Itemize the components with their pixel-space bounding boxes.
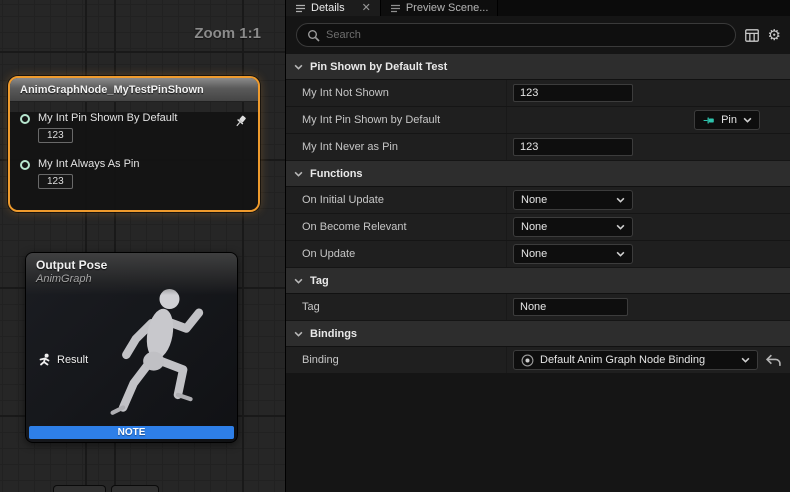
- pin-row: My Int Always As Pin 123: [10, 158, 258, 189]
- note-bar[interactable]: NOTE: [29, 426, 234, 439]
- property-row: On Become Relevant None: [286, 214, 790, 241]
- preview-scene-tab-icon: [390, 3, 401, 14]
- property-label: On Initial Update: [286, 187, 506, 213]
- details-toolbar: ⚙: [286, 16, 790, 54]
- section-header-tag[interactable]: Tag: [286, 268, 790, 294]
- property-row: Binding Default Anim Graph Node Binding: [286, 347, 790, 374]
- my-int-never-as-pin-input[interactable]: [513, 138, 633, 156]
- pin-row: My Int Pin Shown By Default 123: [10, 112, 258, 143]
- property-row: My Int Not Shown: [286, 80, 790, 107]
- result-pin-row[interactable]: Result: [38, 353, 88, 366]
- pin-visibility-dropdown[interactable]: Pin: [694, 110, 760, 130]
- chevron-down-icon: [294, 171, 303, 177]
- int-pin-icon[interactable]: [20, 114, 30, 124]
- property-label: My Int Never as Pin: [286, 134, 506, 160]
- pin-value-field[interactable]: 123: [38, 174, 73, 189]
- chevron-down-icon: [616, 224, 625, 230]
- node-title: Output Pose: [36, 258, 237, 272]
- anim-graph-canvas[interactable]: Zoom 1:1 AnimGraphNode_MyTestPinShown My…: [0, 0, 285, 492]
- node-header[interactable]: Output Pose AnimGraph: [26, 253, 237, 295]
- property-label: Tag: [286, 294, 506, 320]
- section-header-functions[interactable]: Functions: [286, 161, 790, 187]
- search-input[interactable]: [326, 29, 725, 41]
- binding-class-icon: [521, 354, 534, 367]
- pushpin-icon[interactable]: [233, 114, 248, 134]
- property-row: Tag: [286, 294, 790, 321]
- section-header-bindings[interactable]: Bindings: [286, 321, 790, 347]
- property-label: My Int Not Shown: [286, 80, 506, 106]
- tabbar-spacer: [498, 0, 790, 16]
- details-panel: Details ✕ Preview Scene...: [285, 0, 790, 492]
- close-icon[interactable]: ✕: [362, 3, 371, 14]
- node-header[interactable]: AnimGraphNode_MyTestPinShown: [10, 78, 258, 102]
- property-row: My Int Never as Pin: [286, 134, 790, 161]
- int-pin-icon[interactable]: [20, 160, 30, 170]
- display-settings-icon[interactable]: [745, 29, 759, 42]
- graph-node-mytestpinshown[interactable]: AnimGraphNode_MyTestPinShown My Int Pin …: [8, 76, 260, 212]
- chevron-down-icon: [294, 278, 303, 284]
- node-subtitle: AnimGraph: [36, 273, 237, 285]
- property-label: Binding: [286, 347, 506, 373]
- on-become-relevant-dropdown[interactable]: None: [513, 217, 633, 237]
- property-sections: Pin Shown by Default Test My Int Not Sho…: [286, 54, 790, 374]
- property-row: On Update None: [286, 241, 790, 268]
- search-icon: [307, 29, 320, 42]
- node-body: My Int Pin Shown By Default 123: [10, 112, 258, 212]
- my-int-not-shown-input[interactable]: [513, 84, 633, 102]
- section-header-pin-shown[interactable]: Pin Shown by Default Test: [286, 54, 790, 80]
- result-pin-label: Result: [57, 354, 88, 366]
- tab-details[interactable]: Details ✕: [286, 0, 381, 16]
- chevron-down-icon: [743, 117, 752, 123]
- tab-bar: Details ✕ Preview Scene...: [286, 0, 790, 16]
- graph-node-output-pose[interactable]: Output Pose AnimGraph Result NOTE: [25, 252, 238, 443]
- property-row: My Int Pin Shown by Default Pin: [286, 107, 790, 134]
- reset-to-default-icon[interactable]: [766, 354, 781, 367]
- property-label: On Update: [286, 241, 506, 267]
- tag-input[interactable]: [513, 298, 628, 316]
- binding-dropdown[interactable]: Default Anim Graph Node Binding: [513, 350, 758, 370]
- pin-label: My Int Always As Pin: [38, 158, 139, 170]
- node-title: AnimGraphNode_MyTestPinShown: [20, 84, 204, 96]
- chevron-down-icon: [616, 197, 625, 203]
- chevron-down-icon: [294, 331, 303, 337]
- on-initial-update-dropdown[interactable]: None: [513, 190, 633, 210]
- property-label: On Become Relevant: [286, 214, 506, 240]
- search-box[interactable]: [296, 23, 736, 47]
- pin-icon: [702, 114, 715, 127]
- chevron-down-icon: [294, 64, 303, 70]
- pin-value-field[interactable]: 123: [38, 128, 73, 143]
- chevron-down-icon: [741, 357, 750, 363]
- property-row: On Initial Update None: [286, 187, 790, 214]
- chevron-down-icon: [616, 251, 625, 257]
- property-label: My Int Pin Shown by Default: [286, 107, 506, 133]
- tab-preview-scene[interactable]: Preview Scene...: [381, 0, 499, 16]
- unreal-anim-blueprint-editor: Zoom 1:1 AnimGraphNode_MyTestPinShown My…: [0, 0, 790, 492]
- gear-icon[interactable]: ⚙: [768, 28, 781, 43]
- zoom-level-label: Zoom 1:1: [194, 25, 261, 42]
- partial-node[interactable]: [53, 485, 106, 492]
- on-update-dropdown[interactable]: None: [513, 244, 633, 264]
- details-tab-icon: [295, 3, 306, 14]
- pin-label: My Int Pin Shown By Default: [38, 112, 177, 124]
- partial-node[interactable]: [111, 485, 159, 492]
- pose-pin-icon: [38, 353, 51, 366]
- mannequin-image: [85, 279, 235, 437]
